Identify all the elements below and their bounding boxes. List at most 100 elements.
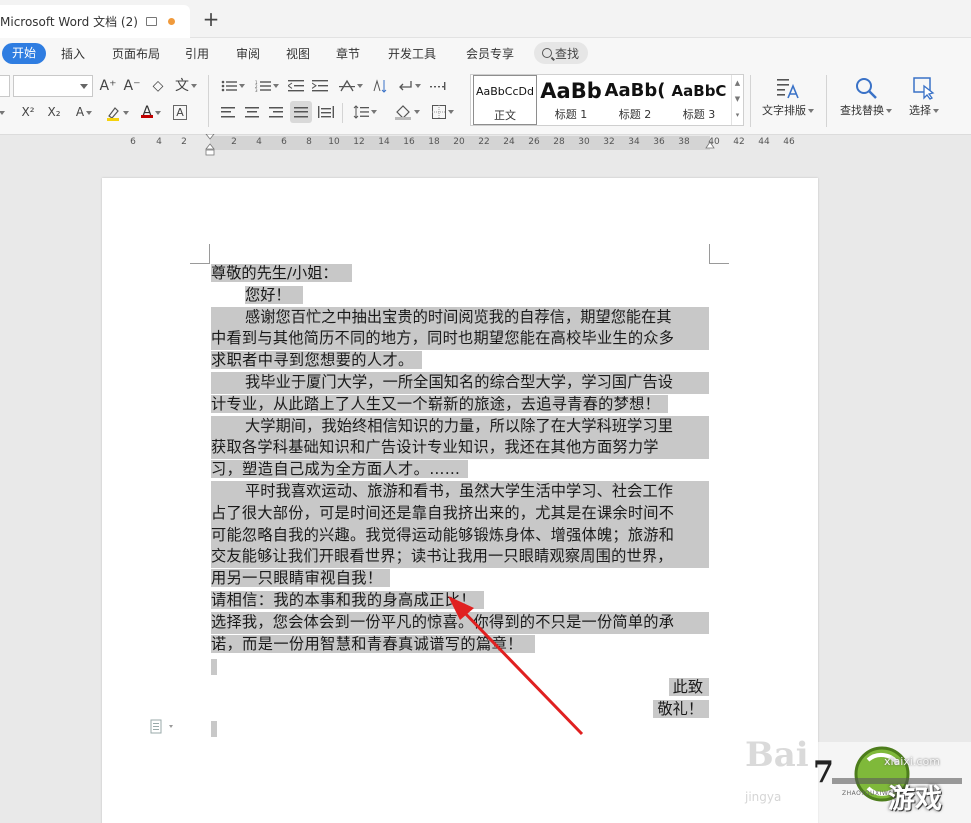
select-button[interactable]: 选择	[902, 73, 946, 119]
chinese-layout-button[interactable]	[336, 75, 366, 97]
justify-icon	[294, 106, 308, 118]
char-border-button[interactable]: A	[170, 101, 190, 123]
tab-developer[interactable]: 开发工具	[388, 44, 436, 64]
decrease-indent-icon	[287, 80, 304, 92]
window-pin-icon[interactable]	[145, 17, 157, 26]
tab-member[interactable]: 会员专享	[466, 44, 514, 64]
doc-line: 习，塑造自己成为全方面人才。……	[211, 459, 469, 481]
subscript-button[interactable]: X₂	[42, 101, 66, 123]
tab-review[interactable]: 审阅	[236, 44, 260, 64]
margin-corner-mark	[190, 244, 210, 264]
salutation: 尊敬的先生/小姐：	[211, 264, 352, 282]
sort-button[interactable]	[370, 75, 390, 97]
horizontal-ruler[interactable]: 6 4 2 2 4 6 8 10 12 14 16 18 20 22 24 26…	[0, 136, 971, 154]
doc-line: 中看到与其他简历不同的地方，同时也期望您能在高校毕业生的众多	[211, 328, 709, 351]
new-tab-button[interactable]: +	[200, 7, 222, 31]
sort-icon	[373, 79, 387, 93]
numbered-list-button[interactable]: 123	[252, 75, 282, 97]
doc-line: 我毕业于厦门大学，一所全国知名的综合型大学，学习国广告设	[211, 372, 709, 394]
ruler-tick: 18	[428, 137, 440, 147]
indent-marker-icon[interactable]	[205, 134, 215, 156]
paragraph-layout-icon[interactable]	[150, 719, 180, 735]
watermark-site-text: xlaixi.com	[884, 755, 940, 768]
ruler-tick: 4	[256, 137, 262, 147]
style-heading-2[interactable]: AaBb( 标题 2	[603, 75, 667, 125]
style-name: 正文	[494, 109, 516, 122]
ruler-tick: 36	[653, 137, 665, 147]
ruler-tick: 6	[130, 137, 136, 147]
font-name-dropdown[interactable]	[0, 75, 10, 97]
tab-chapter[interactable]: 章节	[336, 44, 360, 64]
align-left-icon	[221, 106, 235, 118]
ruler-tick: 38	[678, 137, 690, 147]
font-color-button[interactable]: A	[136, 101, 166, 123]
align-right-icon	[269, 106, 283, 118]
tab-stop-button[interactable]	[428, 75, 448, 97]
return-arrow-icon	[399, 81, 412, 91]
line-spacing-button[interactable]	[350, 101, 380, 123]
document-title: Microsoft Word 文档 (2)	[0, 15, 138, 29]
grow-font-button[interactable]: A⁺	[98, 75, 118, 97]
empty-line-mark	[211, 659, 217, 675]
text-layout-button[interactable]: 文字排版	[756, 73, 820, 119]
tab-insert[interactable]: 插入	[61, 44, 85, 64]
doc-line: 大学期间，我始终相信知识的力量，所以除了在大学科班学习里	[211, 415, 709, 438]
justify-button[interactable]	[290, 101, 312, 123]
document-tab[interactable]: Microsoft Word 文档 (2)	[0, 5, 190, 38]
ruler-tick: 16	[403, 137, 415, 147]
text-effect-button[interactable]: A	[70, 101, 98, 123]
underline-caret[interactable]	[0, 101, 8, 123]
find-replace-button[interactable]: 查找替换	[836, 73, 896, 119]
style-heading-3[interactable]: AaBbC 标题 3	[667, 75, 731, 125]
align-left-button[interactable]	[218, 101, 238, 123]
increase-indent-button[interactable]	[310, 75, 330, 97]
borders-button[interactable]	[428, 101, 458, 123]
style-heading-1[interactable]: AaBb 标题 1	[539, 75, 603, 125]
text-effect-icon: A	[75, 105, 85, 119]
border-grid-icon	[432, 105, 446, 119]
empty-line-mark	[211, 721, 217, 737]
decrease-indent-button[interactable]	[286, 75, 306, 97]
style-preview: AaBbC	[671, 82, 727, 100]
ruler-tick: 34	[628, 137, 640, 147]
clear-format-button[interactable]: ◇	[148, 75, 168, 97]
tab-start[interactable]: 开始	[2, 43, 46, 64]
paragraph-mark-button[interactable]	[394, 75, 424, 97]
red-arrow-annotation	[448, 596, 584, 736]
shading-button[interactable]	[392, 101, 422, 123]
ruler-tick: 42	[733, 137, 745, 147]
ruler-tick: 2	[181, 137, 187, 147]
phonetic-guide-button[interactable]: 文	[172, 75, 200, 97]
search-label: 查找	[555, 46, 580, 61]
bullet-list-button[interactable]	[218, 75, 248, 97]
title-bar: Microsoft Word 文档 (2) +	[0, 0, 971, 38]
distributed-button[interactable]	[316, 101, 336, 123]
highlighter-icon	[107, 106, 119, 121]
select-label: 选择	[909, 104, 931, 117]
doc-line: 占了很大部份，可是时间还是靠自我挤出来的，尤其是在课余时间不	[211, 502, 709, 525]
style-preview: AaBb	[540, 79, 602, 103]
superscript-button[interactable]: X²	[16, 101, 40, 123]
right-indent-marker-icon[interactable]	[705, 140, 715, 150]
style-name: 标题 3	[682, 108, 716, 121]
align-right-button[interactable]	[266, 101, 286, 123]
tab-page-layout[interactable]: 页面布局	[112, 44, 160, 64]
doc-line: 交友能够让我们开眼看世界；读书让我用一只眼睛观察周围的世界，	[211, 546, 709, 569]
doc-line: 感谢您百忙之中抽出宝贵的时间阅览我的自荐信，期望您能在其	[211, 306, 709, 329]
shrink-font-button[interactable]: A⁻	[122, 75, 142, 97]
align-center-button[interactable]	[242, 101, 262, 123]
style-normal[interactable]: AaBbCcDd 正文	[473, 75, 537, 125]
greeting: 您好！	[245, 285, 303, 304]
text-layout-label: 文字排版	[762, 104, 806, 117]
doc-line: 您好！	[245, 285, 303, 307]
line-spacing-icon	[353, 105, 369, 119]
watermark-brand-game: 游戏	[888, 784, 942, 815]
highlight-button[interactable]	[102, 101, 132, 123]
margin-corner-mark	[709, 244, 729, 264]
font-size-dropdown[interactable]	[13, 75, 93, 97]
search-button[interactable]: 查找	[534, 42, 588, 64]
gallery-scroll[interactable]: ▲ ▼ ▾	[731, 75, 743, 125]
tab-references[interactable]: 引用	[185, 44, 209, 64]
tab-view[interactable]: 视图	[286, 44, 310, 64]
paint-bucket-icon	[395, 105, 411, 120]
